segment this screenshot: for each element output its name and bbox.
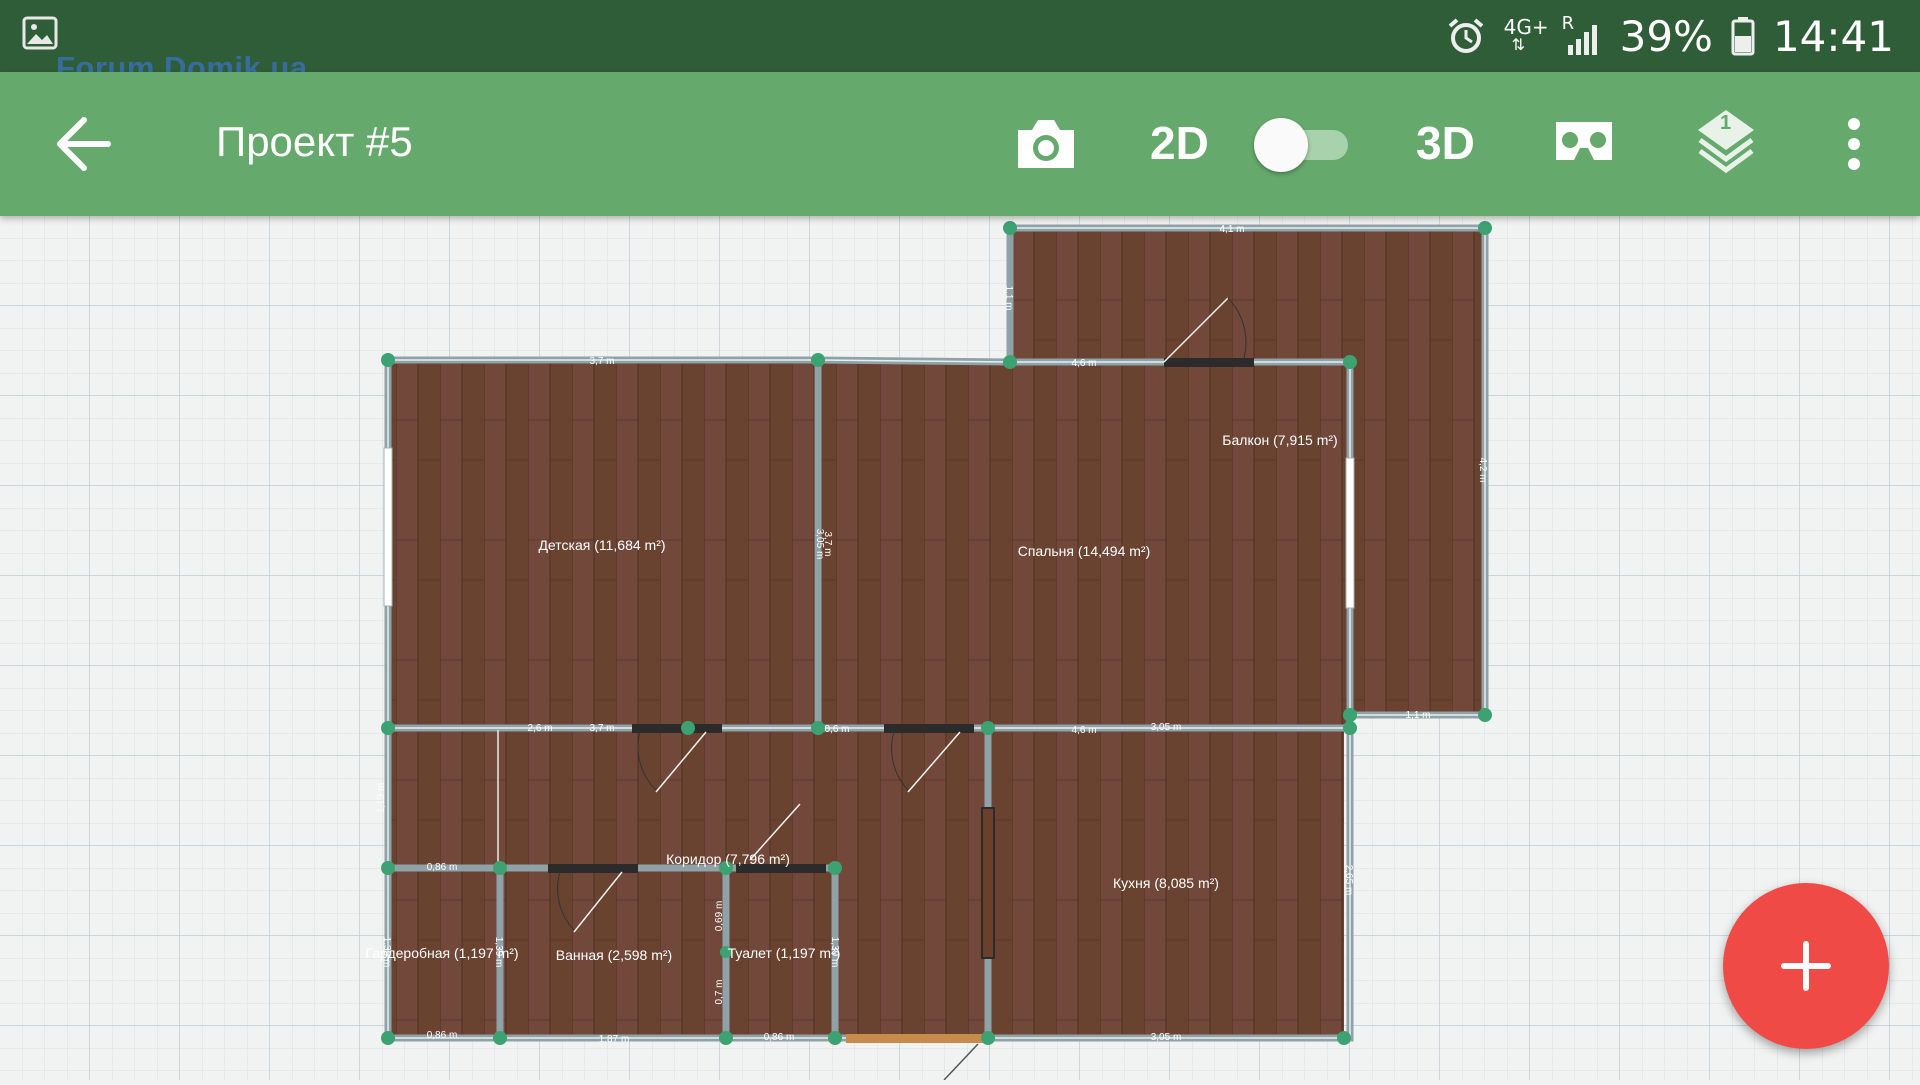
dim-label: 4,1 m [1219, 224, 1244, 235]
dim-label: 1,13 m [376, 783, 387, 814]
vr-headset-icon [1556, 122, 1612, 160]
dim-label: 0,86 m [427, 1030, 458, 1041]
door[interactable] [632, 724, 722, 733]
door[interactable] [884, 724, 974, 733]
dim-label: 2,65 m [1343, 865, 1354, 896]
add-icon [1781, 941, 1831, 991]
layer-number: 1 [1720, 112, 1732, 134]
dim-label: 0,86 m [427, 862, 458, 873]
dim-label: 0,86 m [764, 1032, 795, 1043]
entrance-door[interactable] [846, 1034, 992, 1043]
room-label-kitchen[interactable]: Кухня (8,085 m²) [1113, 875, 1219, 891]
vr-button[interactable] [1552, 120, 1616, 171]
dim-label: 0,69 m [714, 901, 725, 932]
room-label-balcony[interactable]: Балкон (7,915 m²) [1222, 432, 1337, 448]
dim-label: 0,6 m [824, 724, 849, 735]
add-button[interactable] [1723, 883, 1889, 1049]
room-label-kids[interactable]: Детская (11,684 m²) [538, 537, 665, 553]
clock: 14:41 [1772, 11, 1894, 61]
back-button[interactable] [50, 112, 120, 176]
more-options-button[interactable] [1838, 116, 1870, 177]
door[interactable] [548, 864, 638, 873]
camera-button[interactable] [1014, 116, 1078, 177]
status-indicators: 4G+ ⇅ R 39% 14:41 [1446, 0, 1894, 72]
layers-button[interactable]: 1 [1696, 108, 1756, 181]
dim-label: 3,7 m [589, 723, 614, 734]
room-label-corridor[interactable]: Коридор (7,796 m²) [666, 851, 790, 867]
dim-label: 3,7 m [589, 356, 614, 367]
window[interactable] [1345, 457, 1355, 609]
dim-label: 3,05 m [1151, 1032, 1182, 1043]
data-arrows: ⇅ [1511, 35, 1525, 54]
mode-2d-label[interactable]: 2D [1150, 116, 1209, 170]
alarm-icon [1448, 18, 1483, 53]
gallery-icon [22, 16, 58, 55]
dim-label: 1,1 m [1405, 710, 1430, 721]
room-label-bathroom[interactable]: Ванная (2,598 m²) [556, 947, 672, 963]
battery-percent: 39% [1619, 11, 1713, 61]
room-label-wardrobe[interactable]: Гардеробная (1,197 m²) [365, 945, 518, 961]
dim-label: 1,1 m [1003, 285, 1014, 310]
door[interactable] [1164, 358, 1254, 367]
view-mode-toggle[interactable] [1254, 118, 1352, 172]
camera-icon [1018, 120, 1074, 168]
project-title: Проект #5 [216, 118, 413, 165]
battery-icon [1731, 17, 1755, 56]
dim-label: 0,7 m [714, 979, 725, 1004]
dim-label: 2,6 m [527, 723, 552, 734]
network-type: 4G+ [1503, 15, 1549, 39]
dim-label: 1,87 m [599, 1034, 630, 1045]
floor-plan-svg[interactable]: 4,1 m 1,1 m 3,7 m 4,6 m 4,2 m 3,05 m 3,7… [0, 216, 1920, 1081]
back-arrow-icon [57, 117, 111, 171]
dim-label: 4,2 m [1477, 457, 1488, 482]
toggle-knob [1254, 118, 1308, 172]
dim-label: 3,7 m [822, 531, 833, 556]
room-label-bedroom[interactable]: Спальня (14,494 m²) [1018, 543, 1151, 559]
more-vert-icon [1848, 118, 1860, 170]
floor-plan-canvas[interactable]: 4,1 m 1,1 m 3,7 m 4,6 m 4,2 m 3,05 m 3,7… [0, 216, 1920, 1081]
mode-3d-label[interactable]: 3D [1416, 116, 1475, 170]
door[interactable] [981, 807, 995, 959]
dim-label: 4,6 m [1071, 358, 1096, 369]
app-toolbar: Проект #5 2D 3D 1 [0, 72, 1920, 216]
room-label-toilet[interactable]: Туалет (1,197 m²) [728, 945, 841, 961]
dim-label: 3,05 m [1151, 722, 1182, 733]
dim-label: 4,6 m [1071, 725, 1096, 736]
signal-icon: R [1562, 13, 1602, 59]
network-indicator: 4G+ ⇅ [1504, 13, 1549, 59]
window[interactable] [383, 447, 393, 607]
